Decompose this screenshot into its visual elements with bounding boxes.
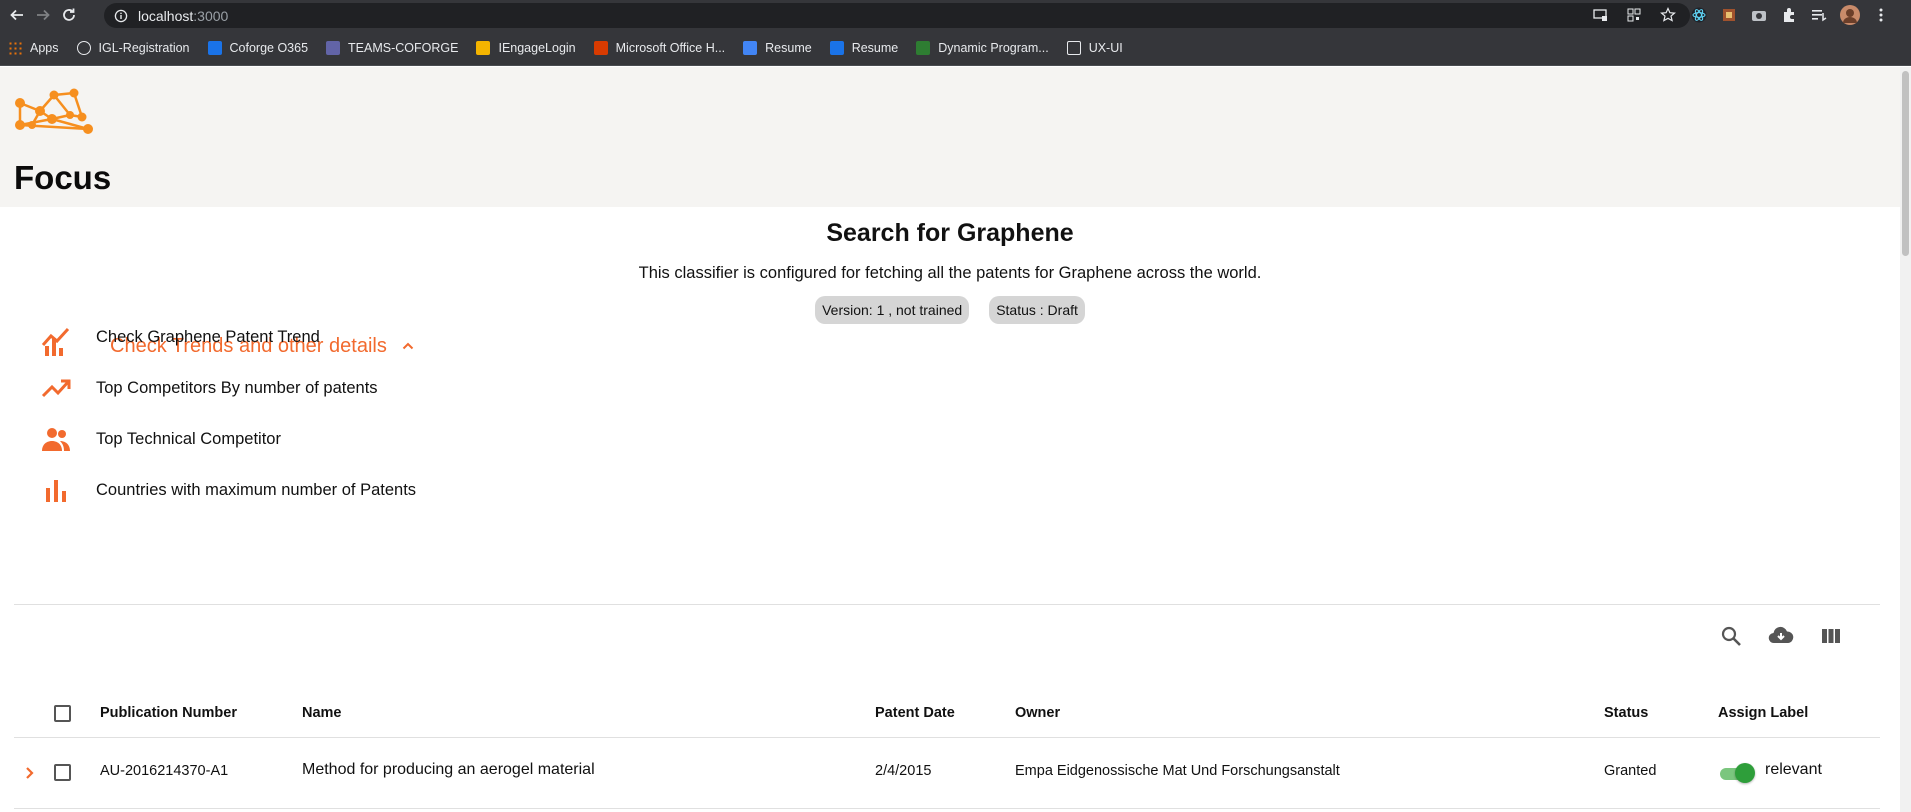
assign-label-toggle[interactable] — [1718, 762, 1755, 784]
status-chip: Status : Draft — [989, 296, 1085, 324]
trend-item-patent-trend[interactable]: Check Graphene Patent Trend — [40, 323, 320, 351]
scrollbar-thumb[interactable] — [1902, 71, 1909, 256]
trending-up-icon — [41, 379, 71, 398]
classifier-title: Search for Graphene — [826, 219, 1074, 247]
cell-publication-number: AU-2016214370-A1 — [100, 763, 229, 779]
puzzle-icon[interactable] — [1780, 6, 1798, 24]
trend-item-label[interactable]: Top Competitors By number of patents — [96, 379, 378, 398]
apps-grid-icon — [8, 40, 22, 55]
column-owner[interactable]: Owner — [1015, 705, 1060, 721]
cell-status: Granted — [1604, 763, 1657, 779]
chevron-up-icon[interactable] — [401, 339, 415, 353]
iengage-icon — [476, 40, 491, 55]
toggle-knob[interactable] — [1735, 763, 1755, 783]
bookmark-item[interactable]: UX-UI — [1066, 40, 1123, 55]
extension-icon[interactable] — [1720, 6, 1738, 24]
trend-item-label[interactable]: Countries with maximum number of Patents — [96, 481, 416, 500]
view-columns-icon[interactable] — [1820, 625, 1842, 647]
bookmark-item[interactable]: Dynamic Program... — [916, 40, 1049, 55]
column-assign-label[interactable]: Assign Label — [1718, 705, 1808, 721]
forward-icon[interactable] — [32, 4, 54, 26]
column-publication-number[interactable]: Publication Number — [100, 705, 237, 721]
bar-chart-icon — [46, 480, 66, 502]
table-toolbar — [1720, 625, 1842, 647]
app-title: Focus — [14, 159, 112, 196]
assign-label-text: relevant — [1765, 761, 1822, 778]
reading-list-icon[interactable] — [1810, 6, 1828, 24]
app-logo-icon — [15, 88, 93, 134]
bookmark-label: Microsoft Office H... — [615, 40, 726, 55]
app-page: Focus Search for Graphene This classifie… — [0, 67, 1900, 812]
back-icon[interactable] — [6, 4, 28, 26]
column-status[interactable]: Status — [1604, 705, 1648, 721]
cell-name: Method for producing an aerogel material — [302, 761, 595, 778]
cell-patent-date: 2/4/2015 — [875, 763, 932, 779]
trend-item-label[interactable]: Check Graphene Patent Trend — [96, 328, 320, 347]
table-header: Publication Number Name Patent Date Owne… — [14, 688, 1880, 738]
bookmark-label: IEngageLogin — [498, 40, 576, 55]
bookmark-item[interactable]: Apps — [8, 40, 59, 55]
profile-avatar-icon[interactable] — [1840, 5, 1860, 25]
reload-icon[interactable] — [58, 4, 80, 26]
bookmark-item[interactable]: Coforge O365 — [207, 40, 309, 55]
outlook-icon — [207, 40, 222, 55]
trend-item-top-competitors[interactable]: Top Competitors By number of patents — [40, 374, 378, 402]
trend-line-icon — [41, 327, 70, 346]
teams-icon — [326, 40, 341, 55]
bookmarks-bar: Apps IGL-Registration Coforge O365 TEAMS-CO… — [0, 30, 1911, 66]
trend-item-label[interactable]: Top Technical Competitor — [96, 430, 281, 449]
bookmark-label: TEAMS-COFORGE — [348, 40, 459, 55]
folder-icon — [1066, 40, 1081, 55]
search-icon[interactable] — [1720, 625, 1742, 647]
globe-icon — [76, 40, 91, 55]
url-text: localhost:3000 — [138, 7, 229, 24]
react-devtools-icon[interactable] — [1690, 6, 1708, 24]
resume-m-icon — [829, 40, 844, 55]
bookmark-label: Dynamic Program... — [938, 40, 1049, 55]
chevron-right-icon[interactable] — [22, 765, 38, 781]
bookmark-label: Apps — [30, 40, 59, 55]
bookmark-label: Coforge O365 — [229, 40, 309, 55]
camera-icon[interactable] — [1750, 6, 1768, 24]
bookmark-item[interactable]: IEngageLogin — [476, 40, 576, 55]
row-checkbox[interactable] — [54, 764, 71, 781]
bookmark-item[interactable]: IGL-Registration — [76, 40, 190, 55]
browser-toolbar: localhost:3000 — [0, 0, 1911, 30]
address-bar[interactable]: localhost:3000 — [104, 3, 1690, 28]
bookmark-item[interactable]: Resume — [829, 40, 899, 55]
dynamic-icon — [916, 40, 931, 55]
qr-code-icon[interactable] — [1626, 7, 1642, 23]
resume-doc-icon — [743, 40, 758, 55]
app-header: Focus — [0, 67, 1900, 207]
bookmark-item[interactable]: Microsoft Office H... — [593, 40, 726, 55]
classifier-chips: Version: 1 , not trained Status : Draft — [0, 296, 1900, 324]
trend-item-countries[interactable]: Countries with maximum number of Patents — [40, 476, 416, 504]
column-name[interactable]: Name — [302, 705, 342, 721]
people-icon — [42, 428, 70, 451]
bookmark-star-icon[interactable] — [1660, 7, 1676, 23]
section-divider — [14, 604, 1880, 605]
bookmark-label: Resume — [765, 40, 812, 55]
table-row[interactable]: AU-2016214370-A1 Method for producing an… — [14, 739, 1880, 809]
chrome-menu-icon[interactable] — [1872, 6, 1890, 24]
column-patent-date[interactable]: Patent Date — [875, 705, 955, 721]
bookmark-item[interactable]: Resume — [743, 40, 812, 55]
cast-icon[interactable] — [1592, 7, 1608, 23]
page-scrollbar[interactable] — [1900, 67, 1911, 812]
cell-owner: Empa Eidgenossische Mat Und Forschungsan… — [1015, 763, 1340, 779]
cloud-download-icon[interactable] — [1768, 625, 1794, 647]
info-icon[interactable] — [114, 9, 128, 23]
bookmark-label: Resume — [851, 40, 899, 55]
trend-item-technical-competitor[interactable]: Top Technical Competitor — [40, 425, 281, 453]
bookmark-item[interactable]: TEAMS-COFORGE — [326, 40, 459, 55]
bookmark-label: UX-UI — [1088, 40, 1123, 55]
office-icon — [593, 40, 608, 55]
classifier-description: This classifier is configured for fetchi… — [638, 264, 1262, 282]
select-all-checkbox[interactable] — [54, 705, 71, 722]
bookmark-label: IGL-Registration — [98, 40, 190, 55]
version-chip: Version: 1 , not trained — [815, 296, 970, 324]
